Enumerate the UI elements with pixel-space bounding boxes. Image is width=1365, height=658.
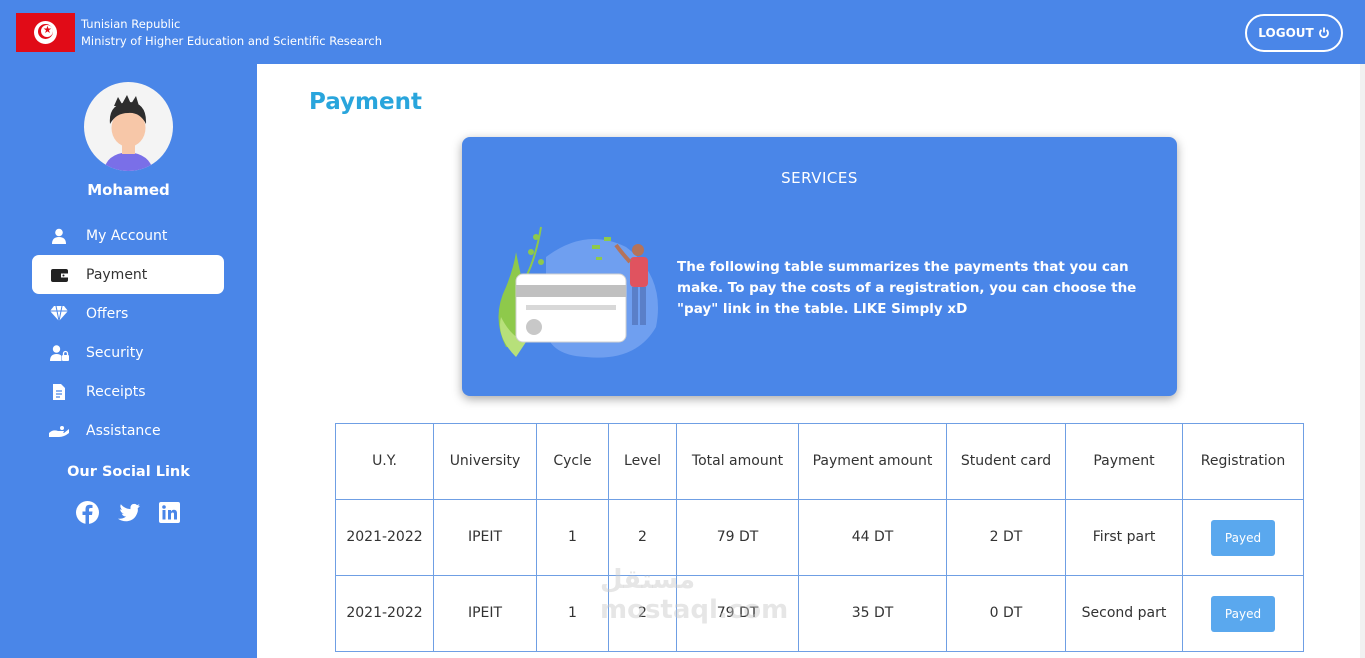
cell-student-card: 0 DT xyxy=(946,575,1066,652)
logout-label: LOGOUT xyxy=(1258,26,1314,40)
sidebar-item-my-account[interactable]: My Account xyxy=(32,216,224,255)
top-bar: ★ Tunisian Republic Ministry of Higher E… xyxy=(0,0,1365,64)
table-header-row: U.Y. University Cycle Level Total amount… xyxy=(335,423,1304,500)
payed-button[interactable]: Payed xyxy=(1211,519,1275,556)
sidebar-item-label: Offers xyxy=(86,305,129,322)
column-header: Cycle xyxy=(536,423,609,500)
cell-registration: Payed xyxy=(1182,575,1304,652)
payments-table: U.Y. University Cycle Level Total amount… xyxy=(335,423,1304,652)
sidebar-item-label: Assistance xyxy=(86,422,161,439)
main-content: Payment SERVICES The following table sum… xyxy=(257,64,1360,658)
payment-illustration xyxy=(498,226,658,358)
watermark-arabic: مستقل xyxy=(600,565,696,595)
table-row: 2021-2022 IPEIT 1 2 79 DT 35 DT 0 DT Sec… xyxy=(335,575,1304,652)
sidebar-item-label: Security xyxy=(86,344,144,361)
page-title: Payment xyxy=(309,89,422,115)
ministry-label: Ministry of Higher Education and Scienti… xyxy=(81,34,382,48)
cell-uy: 2021-2022 xyxy=(335,575,434,652)
column-header: Total amount xyxy=(676,423,799,500)
social-title: Our Social Link xyxy=(67,464,190,480)
cell-uy: 2021-2022 xyxy=(335,499,434,576)
cell-registration: Payed xyxy=(1182,499,1304,576)
diamond-icon xyxy=(49,304,69,324)
card-title: SERVICES xyxy=(781,169,858,187)
sidebar-item-label: Payment xyxy=(86,266,148,283)
sidebar-item-receipts[interactable]: Receipts xyxy=(32,372,224,411)
payments-table-container: U.Y. University Cycle Level Total amount… xyxy=(335,423,1304,652)
cell-student-card: 2 DT xyxy=(946,499,1066,576)
services-card: SERVICES The following table summarizes … xyxy=(462,137,1177,396)
column-header: Payment amount xyxy=(798,423,947,500)
cell-payment-amount: 44 DT xyxy=(798,499,947,576)
wallet-icon xyxy=(49,265,69,285)
column-header: University xyxy=(433,423,537,500)
logout-button[interactable]: LOGOUT xyxy=(1245,14,1343,52)
payed-button[interactable]: Payed xyxy=(1211,595,1275,632)
column-header: Payment xyxy=(1065,423,1183,500)
sidebar-item-payment[interactable]: Payment xyxy=(32,255,224,294)
avatar xyxy=(84,82,173,171)
cell-payment-amount: 35 DT xyxy=(798,575,947,652)
username: Mohamed xyxy=(87,181,170,199)
sidebar-item-security[interactable]: Security xyxy=(32,333,224,372)
country-label: Tunisian Republic xyxy=(81,17,181,31)
twitter-icon[interactable] xyxy=(117,501,140,524)
watermark-latin: mostaql.com xyxy=(600,595,789,625)
tunisia-flag-icon: ★ xyxy=(16,13,75,52)
user-icon xyxy=(49,226,69,246)
sidebar: Mohamed My Account Payment Offers Securi… xyxy=(0,64,257,658)
cell-university: IPEIT xyxy=(433,575,537,652)
column-header: Level xyxy=(608,423,677,500)
user-lock-icon xyxy=(49,343,69,363)
linkedin-icon[interactable] xyxy=(158,501,181,524)
sidebar-menu: My Account Payment Offers Security Recei… xyxy=(32,216,224,450)
card-description: The following table summarizes the payme… xyxy=(677,259,1137,317)
facebook-icon[interactable] xyxy=(76,501,99,524)
power-icon xyxy=(1318,27,1329,39)
column-header: U.Y. xyxy=(335,423,434,500)
social-links xyxy=(76,501,181,524)
sidebar-item-label: My Account xyxy=(86,227,168,244)
watermark: مستقل mostaql.com xyxy=(600,565,788,625)
receipt-icon xyxy=(49,382,69,402)
sidebar-item-offers[interactable]: Offers xyxy=(32,294,224,333)
cell-cycle: 1 xyxy=(536,575,609,652)
sidebar-item-label: Receipts xyxy=(86,383,146,400)
sidebar-item-assistance[interactable]: Assistance xyxy=(32,411,224,450)
hand-icon xyxy=(49,421,69,441)
ministry-name: Tunisian Republic Ministry of Higher Edu… xyxy=(81,16,382,50)
cell-payment: First part xyxy=(1065,499,1183,576)
scrollbar[interactable] xyxy=(1360,64,1365,658)
cell-university: IPEIT xyxy=(433,499,537,576)
column-header: Student card xyxy=(946,423,1066,500)
table-row: 2021-2022 IPEIT 1 2 79 DT 44 DT 2 DT Fir… xyxy=(335,499,1304,576)
cell-cycle: 1 xyxy=(536,499,609,576)
column-header: Registration xyxy=(1182,423,1304,500)
cell-payment: Second part xyxy=(1065,575,1183,652)
